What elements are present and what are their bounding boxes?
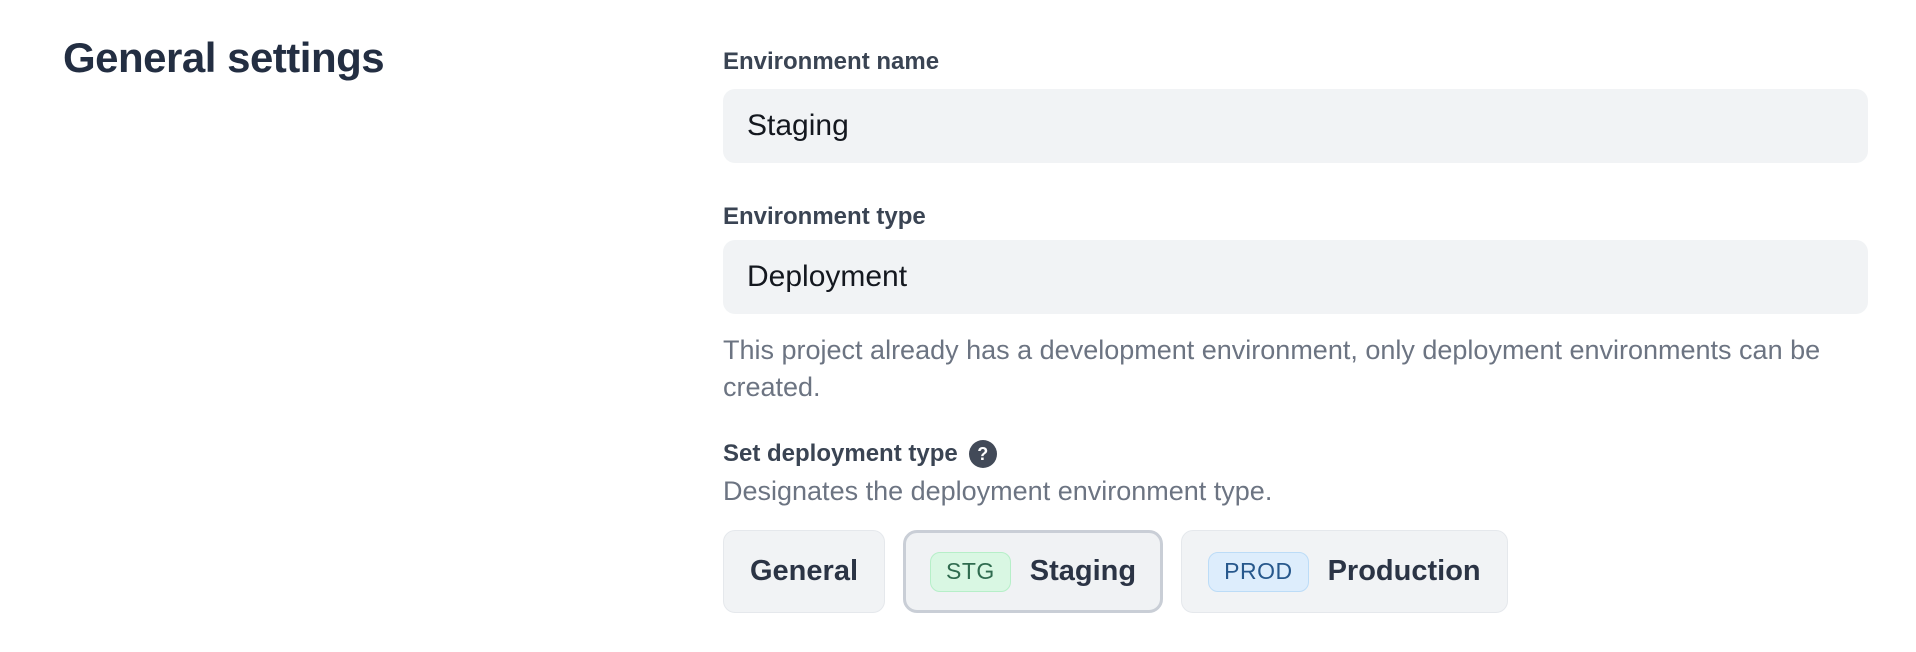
- help-question-icon[interactable]: ?: [969, 440, 997, 468]
- environment-name-input[interactable]: [723, 89, 1868, 163]
- production-badge: PROD: [1208, 552, 1308, 592]
- settings-page: General settings Environment name Enviro…: [0, 0, 1916, 652]
- staging-badge: STG: [930, 552, 1011, 592]
- settings-form: Environment name Environment type This p…: [723, 48, 1868, 613]
- environment-type-help-text: This project already has a development e…: [723, 332, 1868, 406]
- page-title: General settings: [63, 34, 384, 82]
- deployment-type-description: Designates the deployment environment ty…: [723, 475, 1868, 507]
- deployment-type-label: Set deployment type: [723, 440, 958, 468]
- environment-name-label: Environment name: [723, 48, 1868, 76]
- deployment-type-general-button[interactable]: General: [723, 530, 885, 613]
- deployment-type-production-button[interactable]: PROD Production: [1181, 530, 1508, 613]
- environment-type-input[interactable]: [723, 240, 1868, 314]
- environment-type-label: Environment type: [723, 203, 1868, 231]
- deployment-type-options: General STG Staging PROD Production: [723, 530, 1868, 613]
- deployment-type-production-label: Production: [1328, 555, 1481, 588]
- deployment-type-general-label: General: [750, 555, 858, 588]
- deployment-type-label-row: Set deployment type ?: [723, 440, 1868, 468]
- deployment-type-staging-label: Staging: [1030, 555, 1136, 588]
- deployment-type-staging-button[interactable]: STG Staging: [903, 530, 1163, 613]
